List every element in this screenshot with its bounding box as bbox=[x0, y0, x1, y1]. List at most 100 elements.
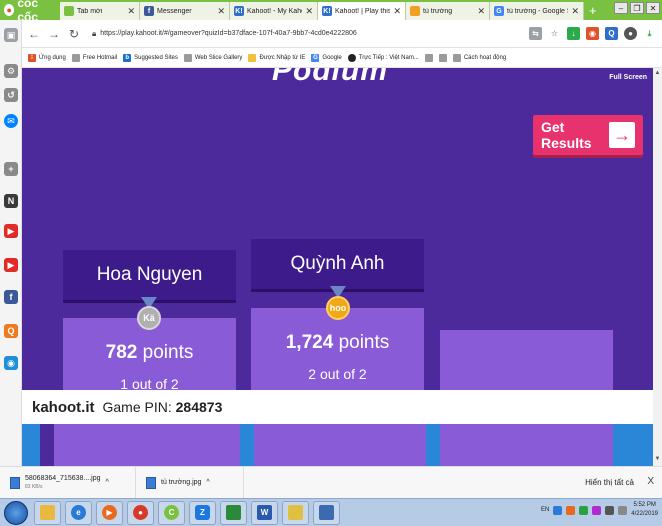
show-all-downloads-link[interactable]: Hiển thị tất cả bbox=[585, 478, 634, 487]
history-icon[interactable]: ↺ bbox=[4, 88, 18, 102]
download-item[interactable]: 58068364_715638....jpg 83 KB/s ^ bbox=[0, 467, 136, 498]
tab-google-search[interactable]: G tủ trường - Google Sea ✕ bbox=[490, 2, 584, 20]
download-item[interactable]: tủ trường.jpg ^ bbox=[136, 467, 244, 498]
download-status: 83 KB/s bbox=[25, 483, 43, 490]
chevron-up-icon[interactable]: ^ bbox=[106, 479, 109, 486]
taskbar-word[interactable]: W bbox=[251, 500, 278, 525]
messenger-icon[interactable]: ✉ bbox=[4, 114, 18, 128]
gear-icon[interactable]: ⚙ bbox=[4, 64, 18, 78]
clock-date: 4/22/2019 bbox=[631, 511, 658, 517]
bookmark-label: Google bbox=[322, 54, 342, 61]
taskbar-media[interactable]: ▶ bbox=[96, 500, 123, 525]
facebook-icon: f bbox=[144, 6, 154, 16]
player-points: 1,724 points bbox=[285, 332, 390, 353]
new-tab-button[interactable]: + bbox=[584, 0, 602, 20]
google-icon: G bbox=[494, 6, 504, 16]
close-icon[interactable]: ✕ bbox=[571, 6, 579, 17]
podium-pillar-player-2: 1,724 points 2 out of 2 bbox=[251, 308, 424, 390]
tray-icon[interactable] bbox=[592, 505, 602, 515]
bookmark-item[interactable]: Được Nhập từ IE bbox=[248, 53, 305, 62]
music-icon[interactable]: ◉ bbox=[4, 356, 18, 370]
podium-name-player-1: Hoa Nguyen bbox=[63, 250, 236, 300]
page-icon bbox=[71, 53, 80, 62]
download-filename: 58068364_715638....jpg bbox=[25, 474, 101, 482]
player-points: 782 points bbox=[105, 342, 194, 363]
bookmark-item[interactable]: ⁞ Ứng dụng bbox=[28, 53, 66, 62]
scroll-up-icon[interactable]: ▲ bbox=[653, 70, 662, 78]
close-icon[interactable]: ✕ bbox=[477, 6, 485, 17]
bookmark-item[interactable]: Trực Tiếp : Việt Nam... bbox=[347, 53, 419, 62]
close-icon[interactable]: ✕ bbox=[217, 6, 225, 17]
taskbar-ie[interactable]: e bbox=[65, 500, 92, 525]
minimize-icon[interactable]: – bbox=[614, 2, 628, 14]
tab-my-kahoots[interactable]: K! Kahoot! - My Kahoots ✕ bbox=[230, 2, 318, 20]
sidebar-toggle-icon[interactable]: ▣ bbox=[4, 28, 18, 42]
start-button[interactable] bbox=[4, 500, 28, 525]
close-icon[interactable]: ✕ bbox=[305, 6, 313, 17]
player-name: Quỳnh Anh bbox=[290, 253, 385, 274]
notion-icon[interactable]: N bbox=[4, 194, 18, 208]
scroll-down-icon[interactable]: ▼ bbox=[653, 456, 662, 464]
tray-icon[interactable] bbox=[579, 505, 589, 515]
bookmark-item[interactable] bbox=[424, 53, 433, 62]
language-indicator[interactable]: EN bbox=[541, 507, 549, 513]
bookmark-item[interactable]: G Google bbox=[311, 53, 342, 62]
forward-icon[interactable]: → bbox=[46, 27, 62, 41]
chevron-up-icon[interactable]: ^ bbox=[206, 479, 209, 486]
taskbar-chrome[interactable]: ● bbox=[127, 500, 154, 525]
search-icon[interactable]: Q bbox=[4, 324, 18, 338]
add-icon[interactable]: + bbox=[4, 162, 18, 176]
star-icon[interactable]: ☆ bbox=[548, 27, 561, 40]
bookmark-item[interactable]: Free Hotmail bbox=[71, 53, 117, 62]
close-window-icon[interactable]: ✕ bbox=[646, 2, 660, 14]
back-icon[interactable]: ← bbox=[26, 27, 42, 41]
page-icon bbox=[424, 53, 433, 62]
volume-icon[interactable] bbox=[618, 505, 628, 515]
tray-icon[interactable] bbox=[553, 505, 563, 515]
extension-icon[interactable]: ◉ bbox=[586, 27, 599, 40]
bookmark-item[interactable]: Web Slice Gallery bbox=[183, 53, 242, 62]
taskbar-folder[interactable] bbox=[34, 500, 61, 525]
taskbar-coccoc[interactable]: C bbox=[158, 500, 185, 525]
close-icon[interactable]: ✕ bbox=[127, 6, 135, 17]
fullscreen-button[interactable]: Full Screen bbox=[609, 74, 647, 81]
download-icon[interactable]: ↓ bbox=[567, 27, 580, 40]
bing-icon: b bbox=[123, 53, 132, 62]
restore-icon[interactable]: ❐ bbox=[630, 2, 644, 14]
facebook-icon[interactable]: f bbox=[4, 290, 18, 304]
translate-icon[interactable]: ⇆ bbox=[529, 27, 542, 40]
bookmark-item[interactable] bbox=[438, 53, 447, 62]
bookmark-item[interactable]: Cách hoạt động bbox=[452, 53, 506, 62]
extension-icon[interactable]: Q bbox=[605, 27, 618, 40]
browser-sidebar: ▣ ⚙ ↺ ✉ + N ▶ ▶ f Q ◉ bbox=[0, 20, 22, 466]
clock[interactable]: 5:52 PM 4/22/2019 bbox=[631, 501, 658, 519]
youtube-icon[interactable]: ▶ bbox=[4, 258, 18, 272]
network-icon[interactable] bbox=[605, 505, 615, 515]
coccoc-icon: C bbox=[164, 505, 179, 520]
url-field[interactable]: 🔒︎ https://play.kahoot.it/#/gameover?qui… bbox=[92, 29, 529, 39]
bookmark-item[interactable]: b Suggested Sites bbox=[123, 53, 178, 62]
download-icon[interactable]: ⤓ bbox=[643, 27, 656, 40]
close-icon[interactable]: X bbox=[647, 476, 654, 487]
youtube-icon[interactable]: ▶ bbox=[4, 224, 18, 238]
taskbar-zalo[interactable]: Z bbox=[189, 500, 216, 525]
taskbar-paint[interactable] bbox=[282, 500, 309, 525]
taskbar-app[interactable] bbox=[220, 500, 247, 525]
tray-icon[interactable] bbox=[566, 505, 576, 515]
kahoot-icon: K! bbox=[322, 6, 332, 16]
tab-favicon bbox=[64, 6, 74, 16]
address-bar: ← → ↻ 🔒︎ https://play.kahoot.it/#/gameov… bbox=[22, 20, 662, 48]
page-title: Podium bbox=[272, 68, 388, 87]
get-results-button[interactable]: Get Results → bbox=[533, 115, 643, 155]
tab-new[interactable]: Tab mới ✕ bbox=[60, 2, 140, 20]
close-icon[interactable]: ✕ bbox=[393, 6, 401, 17]
taskbar-window[interactable] bbox=[313, 500, 340, 525]
reload-icon[interactable]: ↻ bbox=[66, 27, 82, 41]
avatar[interactable]: ● bbox=[624, 27, 637, 40]
tab-messenger[interactable]: f Messenger ✕ bbox=[140, 2, 230, 20]
folder-icon bbox=[248, 53, 257, 62]
page-scrollbar[interactable]: ▲ ▼ bbox=[653, 68, 662, 466]
arrow-right-icon: → bbox=[609, 122, 635, 148]
tab-tu-truong[interactable]: tủ trường ✕ bbox=[406, 2, 490, 20]
tab-kahoot-play[interactable]: K! Kahoot! | Play this quiz ✕ bbox=[318, 2, 406, 20]
